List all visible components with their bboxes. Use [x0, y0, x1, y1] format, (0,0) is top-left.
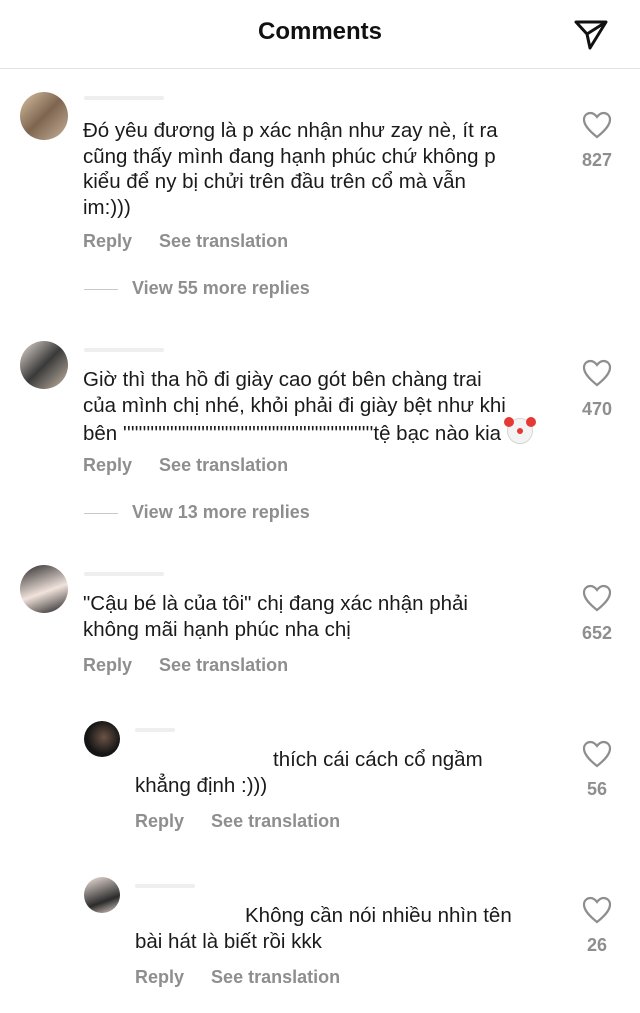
comment-text: Đó yêu đương là p xác nhận như zay nè, í…: [83, 119, 498, 219]
comment-actions: Reply See translation: [83, 655, 310, 676]
heart-icon[interactable]: [582, 359, 612, 387]
send-icon[interactable]: [570, 14, 610, 54]
avatar[interactable]: [84, 721, 120, 757]
username-redacted[interactable]: [135, 878, 195, 892]
clown-emoji-icon: [503, 417, 536, 444]
view-replies-button[interactable]: View 55 more replies: [84, 278, 310, 299]
comment-text: Không cần nói nhiều nhìn tên bài hát là …: [135, 904, 512, 953]
like-count: 652: [581, 623, 613, 643]
heart-icon[interactable]: [582, 740, 612, 768]
username-redacted[interactable]: [135, 722, 175, 736]
like-count: 26: [586, 935, 608, 955]
avatar[interactable]: [20, 92, 68, 140]
comment-text: Giờ thì tha hồ đi giày cao gót bên chàng…: [83, 367, 536, 447]
heart-icon[interactable]: [582, 896, 612, 924]
heart-icon[interactable]: [582, 111, 612, 139]
reply-button[interactable]: Reply: [83, 455, 132, 475]
comment-text: "Cậu bé là của tôi" chị đang xác nhận ph…: [83, 592, 468, 641]
see-translation-button[interactable]: See translation: [211, 811, 340, 831]
reply-button[interactable]: Reply: [83, 231, 132, 251]
see-translation-button[interactable]: See translation: [159, 455, 288, 475]
like-count: 470: [581, 399, 613, 419]
avatar[interactable]: [20, 565, 68, 613]
page-title: Comments: [257, 18, 383, 45]
see-translation-button[interactable]: See translation: [159, 231, 288, 251]
see-translation-button[interactable]: See translation: [211, 967, 340, 987]
view-replies-button[interactable]: View 13 more replies: [84, 502, 310, 523]
divider-line: [84, 512, 118, 514]
divider-line: [84, 288, 118, 290]
comment-actions: Reply See translation: [135, 811, 362, 832]
like-count: 827: [581, 150, 613, 170]
comments-header: Comments: [0, 0, 640, 69]
reply-button[interactable]: Reply: [83, 655, 132, 675]
like-count: 56: [586, 779, 608, 799]
comment-actions: Reply See translation: [135, 967, 362, 988]
comment-text: thích cái cách cổ ngầm khẳng định :))): [135, 748, 483, 797]
reply-button[interactable]: Reply: [135, 811, 184, 831]
avatar[interactable]: [20, 341, 68, 389]
reply-button[interactable]: Reply: [135, 967, 184, 987]
avatar[interactable]: [84, 877, 120, 913]
heart-icon[interactable]: [582, 584, 612, 612]
username-redacted[interactable]: [84, 90, 164, 104]
see-translation-button[interactable]: See translation: [159, 655, 288, 675]
comment-actions: Reply See translation: [83, 455, 310, 476]
comment-actions: Reply See translation: [83, 231, 310, 252]
username-redacted[interactable]: [84, 566, 164, 580]
username-redacted[interactable]: [84, 342, 164, 356]
